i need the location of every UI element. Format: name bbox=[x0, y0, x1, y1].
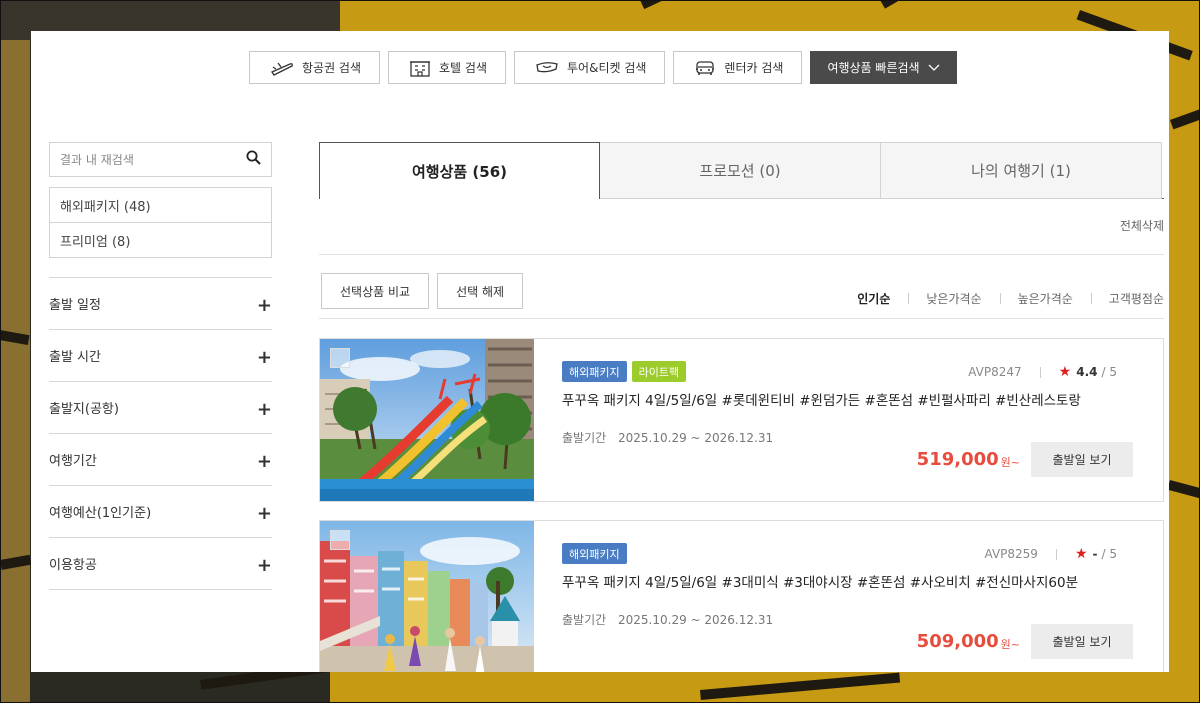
filter-airline[interactable]: 이용항공 + bbox=[49, 538, 272, 590]
rentacar-search-button[interactable]: 렌터카 검색 bbox=[673, 51, 803, 84]
category-list: 해외패키지 (48) 프리미엄 (8) bbox=[49, 187, 272, 258]
filter-budget[interactable]: 여행예산(1인기준) + bbox=[49, 486, 272, 538]
rating-max: / 5 bbox=[1101, 365, 1118, 379]
search-icon[interactable] bbox=[246, 150, 261, 169]
filter-label: 출발 일정 bbox=[49, 298, 101, 313]
product-price: 509,000 bbox=[916, 631, 999, 652]
product-title[interactable]: 푸꾸옥 패키지 4일/5일/6일 #롯데윈티비 #윈덤가든 #혼똔섬 #빈펄사파… bbox=[562, 389, 1133, 409]
rating-max: / 5 bbox=[1101, 547, 1118, 561]
plus-icon[interactable]: + bbox=[257, 291, 272, 316]
delete-all-link[interactable]: 전체삭제 bbox=[319, 217, 1164, 237]
list-actions: 선택상품 비교 선택 해제 인기순 낮은가격순 높은가격순 고객평점순 bbox=[319, 273, 1164, 309]
tab-my-travelogue[interactable]: 나의 여행기 (1) bbox=[881, 142, 1162, 199]
product-card: 해외패키지 AVP8259 ★ - / 5 푸꾸옥 패키지 4일/5일/6일 #… bbox=[319, 520, 1164, 672]
hotel-search-button[interactable]: 호텔 검색 bbox=[388, 51, 506, 84]
product-code-rating: AVP8247 ★ 4.4 / 5 bbox=[968, 364, 1117, 380]
quick-search-label: 여행상품 빠른검색 bbox=[827, 61, 920, 75]
category-overseas-package[interactable]: 해외패키지 (48) bbox=[50, 188, 271, 222]
hotel-search-label: 호텔 검색 bbox=[439, 61, 487, 75]
badge-lite-pack: 라이트팩 bbox=[631, 361, 687, 382]
plus-icon[interactable]: + bbox=[257, 343, 272, 368]
product-code-rating: AVP8259 ★ - / 5 bbox=[985, 546, 1117, 562]
product-info: 해외패키지 AVP8259 ★ - / 5 푸꾸옥 패키지 4일/5일/6일 #… bbox=[562, 543, 1133, 628]
filter-departure-time[interactable]: 출발 시간 + bbox=[49, 330, 272, 382]
filter-label: 여행예산(1인기준) bbox=[49, 506, 152, 521]
deselect-button[interactable]: 선택 해제 bbox=[437, 273, 524, 309]
period-range: 2025.10.29 ~ 2026.12.31 bbox=[618, 613, 774, 627]
product-title[interactable]: 푸꾸옥 패키지 4일/5일/6일 #3대미식 #3대야시장 #혼똔섬 #사오비치… bbox=[562, 571, 1133, 591]
results-main: 여행상품 (56) 프로모션 (0) 나의 여행기 (1) 전체삭제 선택상품 … bbox=[319, 142, 1164, 672]
chevron-down-icon bbox=[928, 64, 940, 72]
plus-icon[interactable]: + bbox=[257, 447, 272, 472]
top-search-nav: 항공권 검색 호텔 검색 투어&티켓 검색 렌터카 검색 여행상품 빠른검색 bbox=[249, 51, 957, 84]
tab-promotions[interactable]: 프로모션 (0) bbox=[600, 142, 881, 199]
filter-sidebar: 해외패키지 (48) 프리미엄 (8) 출발 일정 + 출발 시간 + 출발지(… bbox=[49, 142, 272, 590]
price-box: 519,000 원~ 출발일 보기 bbox=[917, 442, 1133, 477]
period-range: 2025.10.29 ~ 2026.12.31 bbox=[618, 431, 774, 445]
star-icon: ★ bbox=[1058, 364, 1072, 380]
airplane-icon bbox=[270, 60, 294, 76]
divider bbox=[319, 254, 1164, 255]
filter-departure-schedule[interactable]: 출발 일정 + bbox=[49, 278, 272, 330]
view-departure-dates-button[interactable]: 출발일 보기 bbox=[1031, 442, 1133, 477]
filter-trip-duration[interactable]: 여행기간 + bbox=[49, 434, 272, 486]
sort-rating[interactable]: 고객평점순 bbox=[1090, 290, 1164, 307]
quick-search-button[interactable]: 여행상품 빠른검색 bbox=[810, 51, 957, 84]
rating-score: - bbox=[1092, 547, 1098, 561]
hotel-icon bbox=[409, 59, 431, 77]
result-tabs: 여행상품 (56) 프로모션 (0) 나의 여행기 (1) bbox=[319, 142, 1164, 199]
price-box: 509,000 원~ 출발일 보기 bbox=[917, 624, 1133, 659]
product-thumbnail[interactable] bbox=[320, 339, 534, 501]
sort-popular[interactable]: 인기순 bbox=[857, 290, 908, 307]
flight-search-label: 항공권 검색 bbox=[302, 61, 362, 75]
product-code: AVP8259 bbox=[984, 547, 1038, 561]
badge-package: 해외패키지 bbox=[562, 543, 627, 564]
product-card: 해외패키지 라이트팩 AVP8247 ★ 4.4 / 5 푸꾸옥 패키지 4일/… bbox=[319, 338, 1164, 502]
sort-high-price[interactable]: 높은가격순 bbox=[999, 290, 1091, 307]
tour-ticket-search-button[interactable]: 투어&티켓 검색 bbox=[514, 51, 666, 84]
divider bbox=[319, 318, 1164, 319]
filter-label: 출발지(공항) bbox=[49, 402, 119, 417]
rating-score: 4.4 bbox=[1076, 365, 1098, 379]
filter-label: 여행기간 bbox=[49, 454, 97, 469]
product-price: 519,000 bbox=[916, 449, 999, 470]
product-select-checkbox[interactable] bbox=[330, 530, 350, 550]
filter-label: 출발 시간 bbox=[49, 350, 101, 365]
price-unit: 원~ bbox=[1000, 456, 1020, 469]
category-premium[interactable]: 프리미엄 (8) bbox=[50, 222, 271, 257]
rentacar-search-label: 렌터카 검색 bbox=[724, 61, 784, 75]
result-search-input[interactable] bbox=[60, 152, 230, 167]
product-select-checkbox[interactable] bbox=[330, 348, 350, 368]
plus-icon[interactable]: + bbox=[257, 395, 272, 420]
travel-search-panel: 항공권 검색 호텔 검색 투어&티켓 검색 렌터카 검색 여행상품 빠른검색 결… bbox=[31, 31, 1169, 672]
price-unit: 원~ bbox=[1000, 638, 1020, 651]
plus-icon[interactable]: + bbox=[257, 499, 272, 524]
car-icon bbox=[694, 60, 716, 76]
filter-label: 이용항공 bbox=[49, 558, 97, 573]
compare-selected-button[interactable]: 선택상품 비교 bbox=[321, 273, 430, 309]
product-thumbnail[interactable] bbox=[320, 521, 534, 672]
tour-ticket-search-label: 투어&티켓 검색 bbox=[567, 61, 647, 75]
filter-list: 출발 일정 + 출발 시간 + 출발지(공항) + 여행기간 + 여행예산(1인… bbox=[49, 277, 272, 590]
product-code: AVP8247 bbox=[968, 365, 1022, 379]
flight-search-button[interactable]: 항공권 검색 bbox=[249, 51, 381, 84]
badge-package: 해외패키지 bbox=[562, 361, 627, 382]
period-label: 출발기간 bbox=[562, 431, 607, 445]
star-icon: ★ bbox=[1074, 546, 1088, 562]
filter-departure-airport[interactable]: 출발지(공항) + bbox=[49, 382, 272, 434]
product-info: 해외패키지 라이트팩 AVP8247 ★ 4.4 / 5 푸꾸옥 패키지 4일/… bbox=[562, 361, 1133, 446]
view-departure-dates-button[interactable]: 출발일 보기 bbox=[1031, 624, 1133, 659]
result-search-box bbox=[49, 142, 272, 177]
period-label: 출발기간 bbox=[562, 613, 607, 627]
sort-low-price[interactable]: 낮은가격순 bbox=[908, 290, 999, 307]
plus-icon[interactable]: + bbox=[257, 551, 272, 576]
tab-travel-products[interactable]: 여행상품 (56) bbox=[319, 142, 600, 199]
ticket-icon bbox=[535, 60, 559, 76]
sort-options: 인기순 낮은가격순 높은가격순 고객평점순 bbox=[857, 276, 1164, 307]
